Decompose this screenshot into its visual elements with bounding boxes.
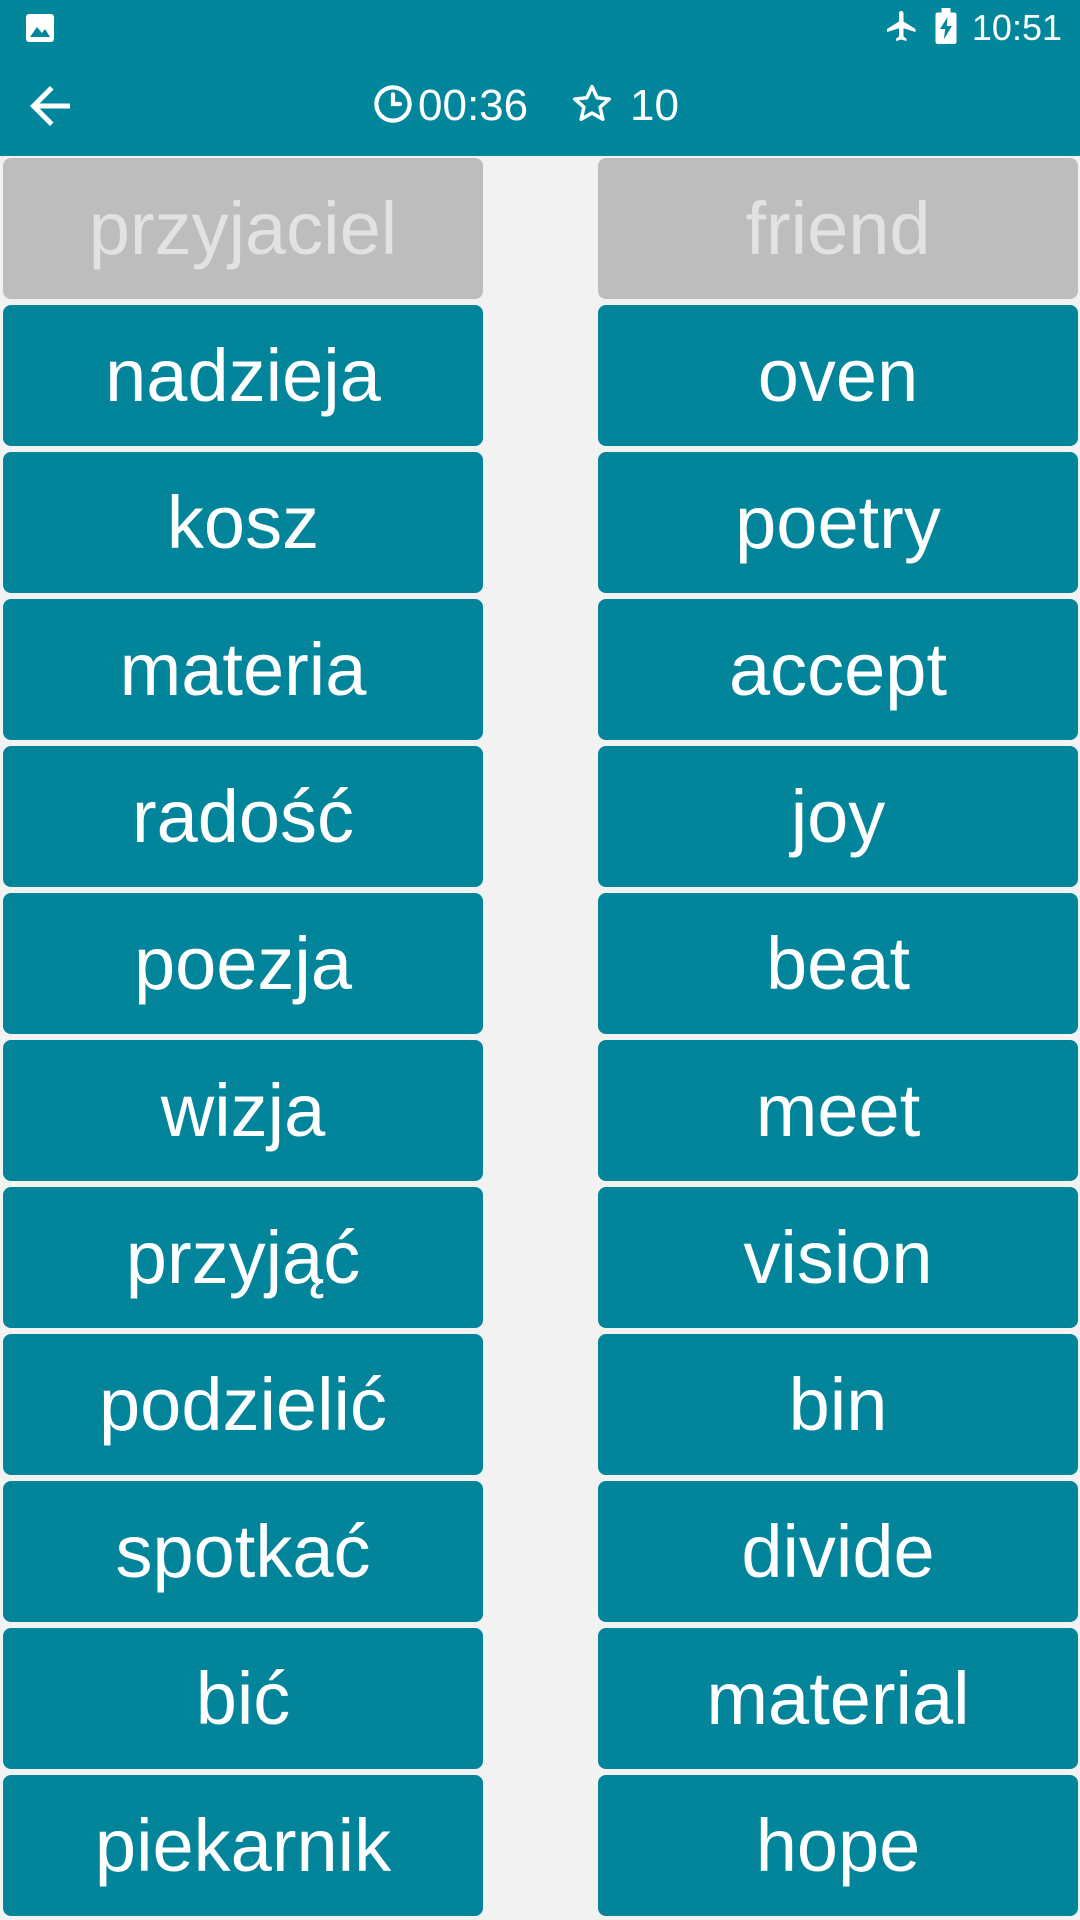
word-label: materia bbox=[119, 628, 367, 711]
word-label: nadzieja bbox=[105, 334, 381, 417]
app-bar: 00:36 10 bbox=[0, 56, 1080, 156]
left-word-tile[interactable]: przyjąć bbox=[3, 1187, 483, 1328]
back-button[interactable] bbox=[14, 72, 86, 144]
word-label: divide bbox=[741, 1510, 935, 1593]
word-label: bin bbox=[788, 1363, 888, 1446]
image-icon bbox=[24, 12, 56, 44]
word-label: poezja bbox=[133, 922, 353, 1005]
clock-icon bbox=[372, 83, 414, 129]
score-value: 10 bbox=[630, 81, 679, 130]
right-word-tile[interactable]: material bbox=[598, 1628, 1078, 1769]
score: 10 bbox=[570, 56, 679, 156]
word-label: accept bbox=[728, 628, 948, 711]
left-word-tile[interactable]: bić bbox=[3, 1628, 483, 1769]
status-icons: 10:51 bbox=[884, 0, 1062, 56]
word-label: vision bbox=[743, 1216, 933, 1299]
right-word-tile[interactable]: oven bbox=[598, 305, 1078, 446]
word-label: bić bbox=[195, 1657, 291, 1740]
right-word-tile[interactable]: accept bbox=[598, 599, 1078, 740]
word-label: beat bbox=[765, 922, 911, 1005]
word-label: kosz bbox=[166, 481, 320, 564]
right-word-tile[interactable]: poetry bbox=[598, 452, 1078, 593]
airplane-icon bbox=[884, 8, 920, 48]
word-label: friend bbox=[745, 187, 931, 270]
status-time: 10:51 bbox=[971, 7, 1062, 48]
word-label: radość bbox=[131, 775, 355, 858]
left-word-tile[interactable]: materia bbox=[3, 599, 483, 740]
right-word-tile[interactable]: joy bbox=[598, 746, 1078, 887]
left-word-tile[interactable]: radość bbox=[3, 746, 483, 887]
left-word-tile[interactable]: podzielić bbox=[3, 1334, 483, 1475]
word-label: joy bbox=[790, 775, 886, 858]
word-label: spotkać bbox=[115, 1510, 371, 1593]
status-bar: 10:51 bbox=[0, 0, 1080, 56]
word-label: poetry bbox=[735, 481, 941, 564]
left-word-tile[interactable]: piekarnik bbox=[3, 1775, 483, 1916]
left-word-tile[interactable]: nadzieja bbox=[3, 305, 483, 446]
left-word-tile[interactable]: spotkać bbox=[3, 1481, 483, 1622]
right-word-tile[interactable]: hope bbox=[598, 1775, 1078, 1916]
right-word-tile[interactable]: beat bbox=[598, 893, 1078, 1034]
left-word-tile[interactable]: poezja bbox=[3, 893, 483, 1034]
word-label: przyjąć bbox=[125, 1216, 361, 1299]
word-label: przyjaciel bbox=[88, 187, 398, 270]
battery-charging-icon bbox=[934, 8, 958, 48]
right-word-tile[interactable]: bin bbox=[598, 1334, 1078, 1475]
right-word-tile[interactable]: divide bbox=[598, 1481, 1078, 1622]
right-word-tile[interactable]: vision bbox=[598, 1187, 1078, 1328]
timer-value: 00:36 bbox=[418, 81, 529, 130]
word-label: podzielić bbox=[99, 1363, 387, 1446]
right-word-tile[interactable]: meet bbox=[598, 1040, 1078, 1181]
arrow-left-icon bbox=[20, 76, 80, 140]
star-outline-icon bbox=[570, 82, 614, 130]
word-label: oven bbox=[757, 334, 919, 417]
matched-right-word-tile: friend bbox=[598, 158, 1078, 299]
word-label: material bbox=[706, 1657, 970, 1740]
matched-left-word-tile: przyjaciel bbox=[3, 158, 483, 299]
word-label: hope bbox=[755, 1804, 921, 1887]
timer: 00:36 bbox=[372, 56, 528, 156]
word-label: piekarnik bbox=[94, 1804, 392, 1887]
word-label: meet bbox=[755, 1069, 921, 1152]
word-label: wizja bbox=[160, 1069, 326, 1152]
left-word-tile[interactable]: wizja bbox=[3, 1040, 483, 1181]
left-word-tile[interactable]: kosz bbox=[3, 452, 483, 593]
